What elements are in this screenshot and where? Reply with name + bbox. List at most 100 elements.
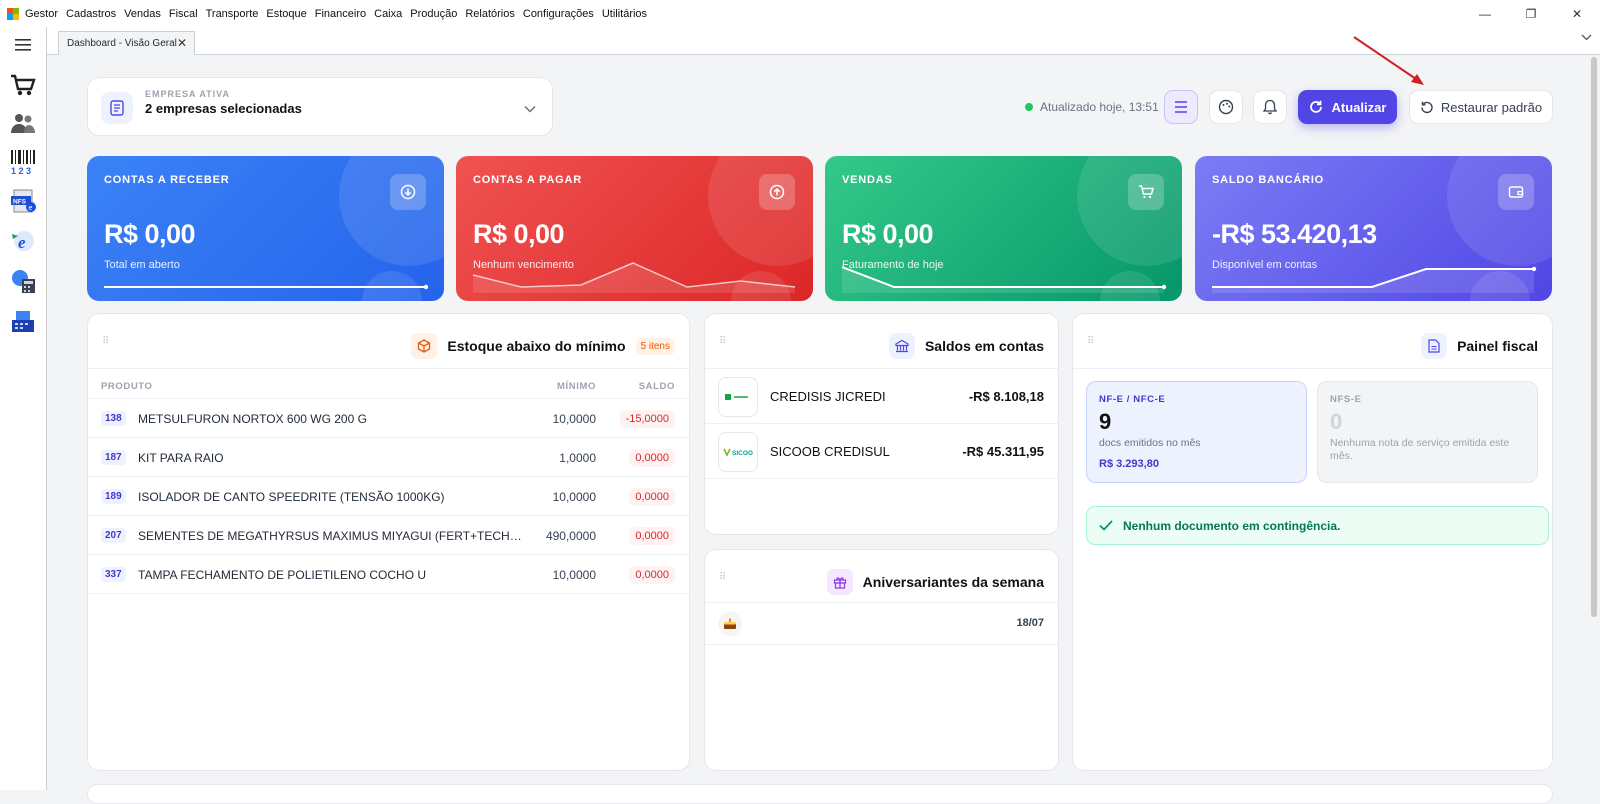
nfe-summary-card[interactable]: NF-E / NFC-E 9 docs emitidos no mês R$ 3… (1086, 381, 1307, 483)
menu-caixa[interactable]: Caixa (374, 8, 402, 20)
aniversariantes-panel: ⠿ Aniversariantes da semana 18/07 (704, 549, 1059, 771)
table-row[interactable]: 207 SEMENTES DE MEGATHYRSUS MAXIMUS MIYA… (88, 516, 689, 555)
tab-close-icon[interactable]: ✕ (177, 36, 187, 50)
menu-financeiro[interactable]: Financeiro (315, 8, 366, 20)
calculator-globe-icon[interactable] (9, 267, 37, 295)
menu-cadastros[interactable]: Cadastros (66, 8, 116, 20)
col-saldo: SALDO (638, 381, 675, 392)
status-dot-icon (1025, 103, 1033, 111)
palette-icon (1218, 99, 1234, 115)
document-icon (1421, 333, 1448, 359)
tab-dashboard[interactable]: Dashboard - Visão Geral ✕ (58, 31, 195, 55)
annotation-arrow-icon (1353, 36, 1424, 85)
empresa-value: 2 empresas selecionadas (145, 101, 302, 116)
drag-handle-icon[interactable]: ⠿ (719, 572, 726, 583)
product-min: 490,0000 (545, 529, 596, 543)
shopping-cart-icon[interactable] (9, 71, 37, 99)
svg-text:e: e (29, 205, 33, 212)
birthday-row[interactable]: 18/07 (705, 603, 1058, 645)
menu-transporte[interactable]: Transporte (206, 8, 259, 20)
drag-handle-icon[interactable]: ⠿ (719, 336, 726, 347)
table-row[interactable]: 189 ISOLADOR DE CANTO SPEEDRITE (TENSÃO … (88, 477, 689, 516)
menu-configuracoes[interactable]: Configurações (523, 8, 594, 20)
kpi-card-contas-receber[interactable]: CONTAS A RECEBER R$ 0,00 Total em aberto (87, 156, 444, 301)
wallet-icon (1498, 174, 1534, 210)
bank-balance: -R$ 8.108,18 (968, 389, 1044, 404)
vertical-scrollbar[interactable] (1588, 55, 1600, 790)
product-name: SEMENTES DE MEGATHYRSUS MAXIMUS MIYAGUI … (138, 529, 523, 543)
menu-utilitarios[interactable]: Utilitários (602, 8, 647, 20)
notifications-button[interactable] (1253, 90, 1287, 124)
estoque-panel: ⠿ Estoque abaixo do mínimo 5 itens PRODU… (87, 313, 690, 771)
table-row[interactable]: 187 KIT PARA RAIO 1,0000 0,0000 (88, 438, 689, 477)
empresa-selector[interactable]: EMPRESA ATIVA 2 empresas selecionadas (87, 77, 553, 136)
layout-menu-button[interactable] (1164, 90, 1198, 124)
nfse-count: 0 (1330, 409, 1343, 434)
table-row[interactable]: 138 METSULFURON NORTOX 600 WG 200 G 10,0… (88, 399, 689, 438)
nfse-document-icon[interactable]: NFS e (9, 187, 37, 215)
nfe-amount: R$ 3.293,80 (1099, 458, 1159, 470)
nfse-summary-card[interactable]: NFS-E 0 Nenhuma nota de serviço emitida … (1317, 381, 1538, 483)
menu-relatorios[interactable]: Relatórios (465, 8, 515, 20)
bank-row[interactable]: SICOOB SICOOB CREDISUL -R$ 45.311,95 (705, 424, 1058, 479)
menu-fiscal[interactable]: Fiscal (169, 8, 198, 20)
atualizar-button[interactable]: Atualizar (1298, 90, 1397, 124)
saldos-panel: ⠿ Saldos em contas CREDISIS JICREDI -R$ … (704, 313, 1059, 535)
contingencia-message: Nenhum documento em contingência. (1123, 518, 1341, 533)
estoque-count-badge: 5 itens (635, 337, 675, 355)
nfe-icon[interactable]: e (9, 227, 37, 255)
menu-estoque[interactable]: Estoque (266, 8, 306, 20)
menu-producao[interactable]: Produção (410, 8, 457, 20)
status-text: Atualizado hoje, 13:51 (1040, 100, 1159, 114)
menu-gestor[interactable]: Gestor (25, 8, 58, 20)
product-name: TAMPA FECHAMENTO DE POLIETILENO COCHO U (138, 568, 427, 582)
atualizar-label: Atualizar (1331, 99, 1387, 115)
bank-row[interactable]: CREDISIS JICREDI -R$ 8.108,18 (705, 369, 1058, 424)
restaurar-padrao-button[interactable]: Restaurar padrão (1409, 90, 1553, 124)
aniversariantes-title: Aniversariantes da semana (862, 574, 1044, 590)
chevron-down-icon[interactable] (524, 100, 536, 118)
kpi-title: CONTAS A PAGAR (473, 174, 582, 186)
svg-text:SICOOB: SICOOB (732, 450, 753, 457)
svg-text:NFS: NFS (13, 199, 27, 206)
barcode-icon[interactable]: 1 2 3 (9, 148, 37, 176)
estoque-title: Estoque abaixo do mínimo (447, 338, 626, 354)
painel-fiscal-panel: ⠿ Painel fiscal NF-E / NFC-E 9 docs emit… (1072, 313, 1553, 771)
drag-handle-icon[interactable]: ⠿ (102, 336, 109, 347)
product-code: 207 (101, 528, 126, 543)
scrollbar-thumb[interactable] (1591, 57, 1597, 617)
theme-button[interactable] (1209, 90, 1243, 124)
product-name: ISOLADOR DE CANTO SPEEDRITE (TENSÃO 1000… (138, 490, 445, 504)
rotate-ccw-icon (1421, 101, 1433, 113)
product-saldo: 0,0000 (629, 566, 675, 584)
drag-handle-icon[interactable]: ⠿ (1087, 336, 1094, 347)
kpi-card-contas-pagar[interactable]: CONTAS A PAGAR R$ 0,00 Nenhum vencimento (456, 156, 813, 301)
users-icon[interactable] (9, 109, 37, 137)
product-saldo: 0,0000 (629, 449, 675, 467)
cash-register-icon[interactable] (9, 307, 37, 335)
menu-bar: Gestor Cadastros Vendas Fiscal Transport… (0, 0, 1600, 27)
kpi-sparkline (842, 266, 1167, 293)
kpi-value: R$ 0,00 (104, 219, 196, 249)
sicoob-logo-icon: SICOOB (718, 432, 758, 472)
tab-overflow-chevron-icon[interactable] (1581, 32, 1592, 44)
kpi-card-vendas[interactable]: VENDAS R$ 0,00 Faturamento de hoje (825, 156, 1182, 301)
bank-name: SICOOB CREDISUL (770, 444, 890, 459)
update-status: Atualizado hoje, 13:51 (1025, 100, 1159, 114)
bottom-panel-edge (87, 784, 1553, 804)
table-row[interactable]: 337 TAMPA FECHAMENTO DE POLIETILENO COCH… (88, 555, 689, 594)
cake-icon (718, 612, 742, 636)
hamburger-menu-icon[interactable] (9, 31, 37, 59)
kpi-subtitle: Total em aberto (104, 259, 180, 271)
maximize-button[interactable]: ❐ (1508, 0, 1554, 27)
minimize-button[interactable]: — (1462, 0, 1508, 27)
birthday-date: 18/07 (1016, 617, 1044, 629)
kpi-card-saldo-bancario[interactable]: SALDO BANCÁRIO -R$ 53.420,13 Disponível … (1195, 156, 1552, 301)
kpi-sparkline (1212, 266, 1537, 293)
menu-vendas[interactable]: Vendas (124, 8, 161, 20)
bank-name: CREDISIS JICREDI (770, 389, 886, 404)
product-saldo: 0,0000 (629, 527, 675, 545)
bank-balance: -R$ 45.311,95 (962, 444, 1044, 459)
bank-icon (888, 333, 915, 359)
close-window-button[interactable]: ✕ (1554, 0, 1600, 27)
